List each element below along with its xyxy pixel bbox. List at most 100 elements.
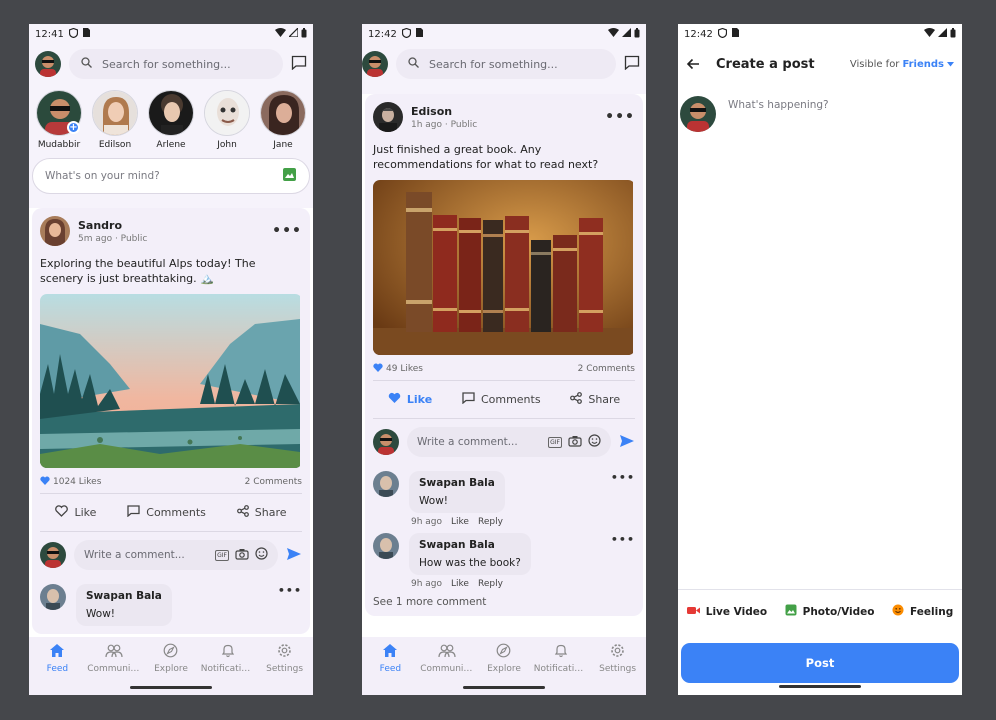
wifi-icon xyxy=(608,28,619,40)
photo-icon[interactable] xyxy=(282,167,297,185)
comment-like-link[interactable]: Like xyxy=(451,517,469,527)
user-avatar[interactable] xyxy=(35,51,61,77)
visibility-value: Friends xyxy=(902,58,944,70)
comment-bubble: Swapan Bala Wow! xyxy=(76,584,172,626)
visibility-selector[interactable]: Visible for Friends xyxy=(850,59,954,70)
video-icon xyxy=(686,606,700,618)
message-icon[interactable] xyxy=(291,55,307,74)
more-options-icon[interactable]: ••• xyxy=(605,109,635,125)
signal-icon xyxy=(287,26,299,40)
comment-text: Wow! xyxy=(419,495,448,507)
live-video-button[interactable]: Live Video xyxy=(686,606,767,618)
search-bar[interactable]: Search for something... xyxy=(69,49,283,79)
commenter-name[interactable]: Swapan Bala xyxy=(419,539,521,551)
comment-bubble: Swapan Bala Wow! xyxy=(409,471,505,513)
comment-button[interactable]: Comments xyxy=(127,505,206,520)
post-text-input[interactable]: What's happening? xyxy=(728,99,829,132)
comment-reply-link[interactable]: Reply xyxy=(478,579,503,589)
share-button[interactable]: Share xyxy=(570,392,620,407)
home-indicator xyxy=(779,685,861,688)
whats-on-your-mind-input[interactable]: What's on your mind? xyxy=(32,158,310,194)
comment-more-icon[interactable]: ••• xyxy=(278,584,302,626)
story-mudabbir[interactable]: + Mudabbir xyxy=(31,90,87,150)
heart-icon xyxy=(373,363,383,375)
see-more-comments-link[interactable]: See 1 more comment xyxy=(373,596,635,608)
like-button[interactable]: Like xyxy=(388,392,432,407)
top-bar: Search for something... xyxy=(29,44,313,84)
post-actions: Like Comments Share xyxy=(40,494,302,532)
post-author[interactable]: Edison xyxy=(411,105,477,118)
back-arrow-icon[interactable] xyxy=(686,55,700,74)
post-card: Sandro 5m ago · Public ••• Exploring the… xyxy=(32,208,310,634)
post-image[interactable] xyxy=(373,180,635,355)
status-time: 12:41 xyxy=(35,28,64,40)
commenter-avatar[interactable] xyxy=(373,533,399,559)
gear-icon xyxy=(277,643,292,661)
sim-status-icon xyxy=(82,28,90,40)
gif-icon[interactable]: GIF xyxy=(548,436,562,448)
send-icon[interactable] xyxy=(286,546,302,565)
likes-count[interactable]: 49 Likes xyxy=(386,364,423,374)
user-avatar[interactable] xyxy=(362,51,388,77)
status-time: 12:42 xyxy=(684,28,713,40)
nav-settings[interactable]: Settings xyxy=(589,643,646,695)
post-meta: 1h ago · Public xyxy=(411,119,478,130)
comment-input[interactable]: Write a comment... GIF xyxy=(407,427,611,457)
commenter-name[interactable]: Swapan Bala xyxy=(419,477,495,489)
story-john[interactable]: John xyxy=(199,90,255,150)
story-name: Mudabbir xyxy=(37,140,81,150)
story-arlene[interactable]: Arlene xyxy=(143,90,199,150)
home-indicator xyxy=(463,686,545,689)
post-author-avatar[interactable] xyxy=(373,102,403,132)
comment-time: 9h ago xyxy=(411,517,443,527)
comment-input[interactable]: Write a comment... GIF xyxy=(74,540,278,570)
likes-count[interactable]: 1024 Likes xyxy=(53,477,101,487)
nav-feed[interactable]: Feed xyxy=(362,643,419,695)
comments-count[interactable]: 2 Comments xyxy=(578,364,635,374)
comment-icon xyxy=(127,505,140,520)
like-button[interactable]: Like xyxy=(55,505,96,520)
compass-icon xyxy=(163,643,178,661)
nav-feed[interactable]: Feed xyxy=(29,643,86,695)
comments-count[interactable]: 2 Comments xyxy=(245,477,302,487)
comment-like-link[interactable]: Like xyxy=(451,579,469,589)
status-bar: 12:42 xyxy=(362,24,646,44)
send-icon[interactable] xyxy=(619,433,635,452)
comment-reply-link[interactable]: Reply xyxy=(478,517,503,527)
nav-settings[interactable]: Settings xyxy=(256,643,313,695)
shield-status-icon xyxy=(68,27,78,41)
comment-button[interactable]: Comments xyxy=(462,392,541,407)
share-button[interactable]: Share xyxy=(236,505,287,520)
sim-status-icon xyxy=(415,28,423,40)
commenter-name[interactable]: Swapan Bala xyxy=(86,590,162,602)
story-jane[interactable]: Jane xyxy=(255,90,311,150)
add-story-icon[interactable]: + xyxy=(67,121,80,134)
comment-item: Swapan Bala Wow! 9h ago Like Reply ••• xyxy=(373,471,635,527)
story-edilson[interactable]: Edilson xyxy=(87,90,143,150)
post-author[interactable]: Sandro xyxy=(78,219,147,232)
nav-label: Feed xyxy=(379,664,402,674)
emoji-icon[interactable] xyxy=(255,547,268,563)
commenter-avatar[interactable] xyxy=(40,584,66,610)
photo-video-button[interactable]: Photo/Video xyxy=(785,604,874,619)
top-bar: Search for something... xyxy=(362,44,646,84)
camera-icon[interactable] xyxy=(568,435,582,450)
bell-icon xyxy=(221,643,235,661)
camera-icon[interactable] xyxy=(235,548,249,563)
feeling-button[interactable]: Feeling xyxy=(892,604,953,619)
post-author-avatar[interactable] xyxy=(40,216,70,246)
emoji-icon[interactable] xyxy=(588,434,601,450)
post-button[interactable]: Post xyxy=(681,643,959,683)
comment-bubble: Swapan Bala How was the book? xyxy=(409,533,531,575)
gif-icon[interactable]: GIF xyxy=(215,549,229,561)
search-bar[interactable]: Search for something... xyxy=(396,49,616,79)
composer-placeholder: What's on your mind? xyxy=(45,170,160,182)
post-image[interactable] xyxy=(40,294,302,468)
comment-more-icon[interactable]: ••• xyxy=(611,471,635,527)
battery-icon xyxy=(301,27,307,41)
comment-more-icon[interactable]: ••• xyxy=(611,533,635,589)
commenter-avatar[interactable] xyxy=(373,471,399,497)
heart-filled-icon xyxy=(388,392,401,407)
more-options-icon[interactable]: ••• xyxy=(272,223,302,239)
message-icon[interactable] xyxy=(624,55,640,74)
